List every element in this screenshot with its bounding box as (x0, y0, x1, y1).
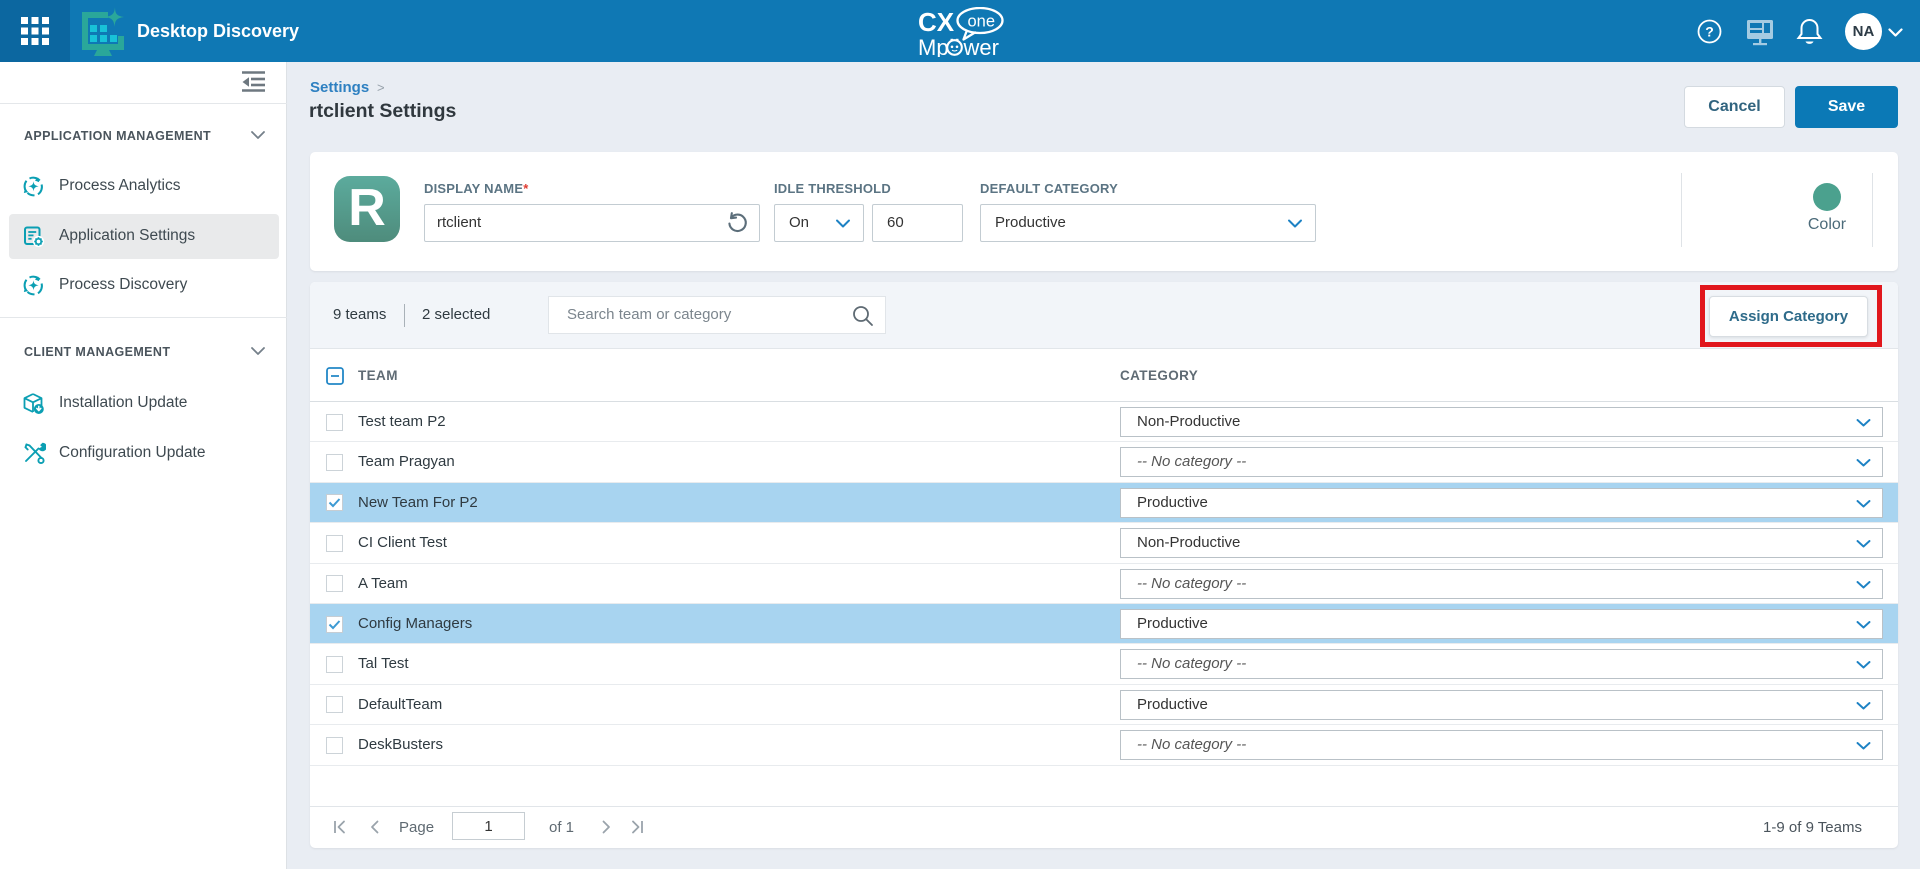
svg-text:wer: wer (963, 35, 999, 57)
svg-text:one: one (968, 13, 996, 31)
svg-text:?: ? (1705, 24, 1714, 40)
svg-text:Mp: Mp (918, 35, 949, 57)
svg-text:CX: CX (918, 7, 955, 37)
